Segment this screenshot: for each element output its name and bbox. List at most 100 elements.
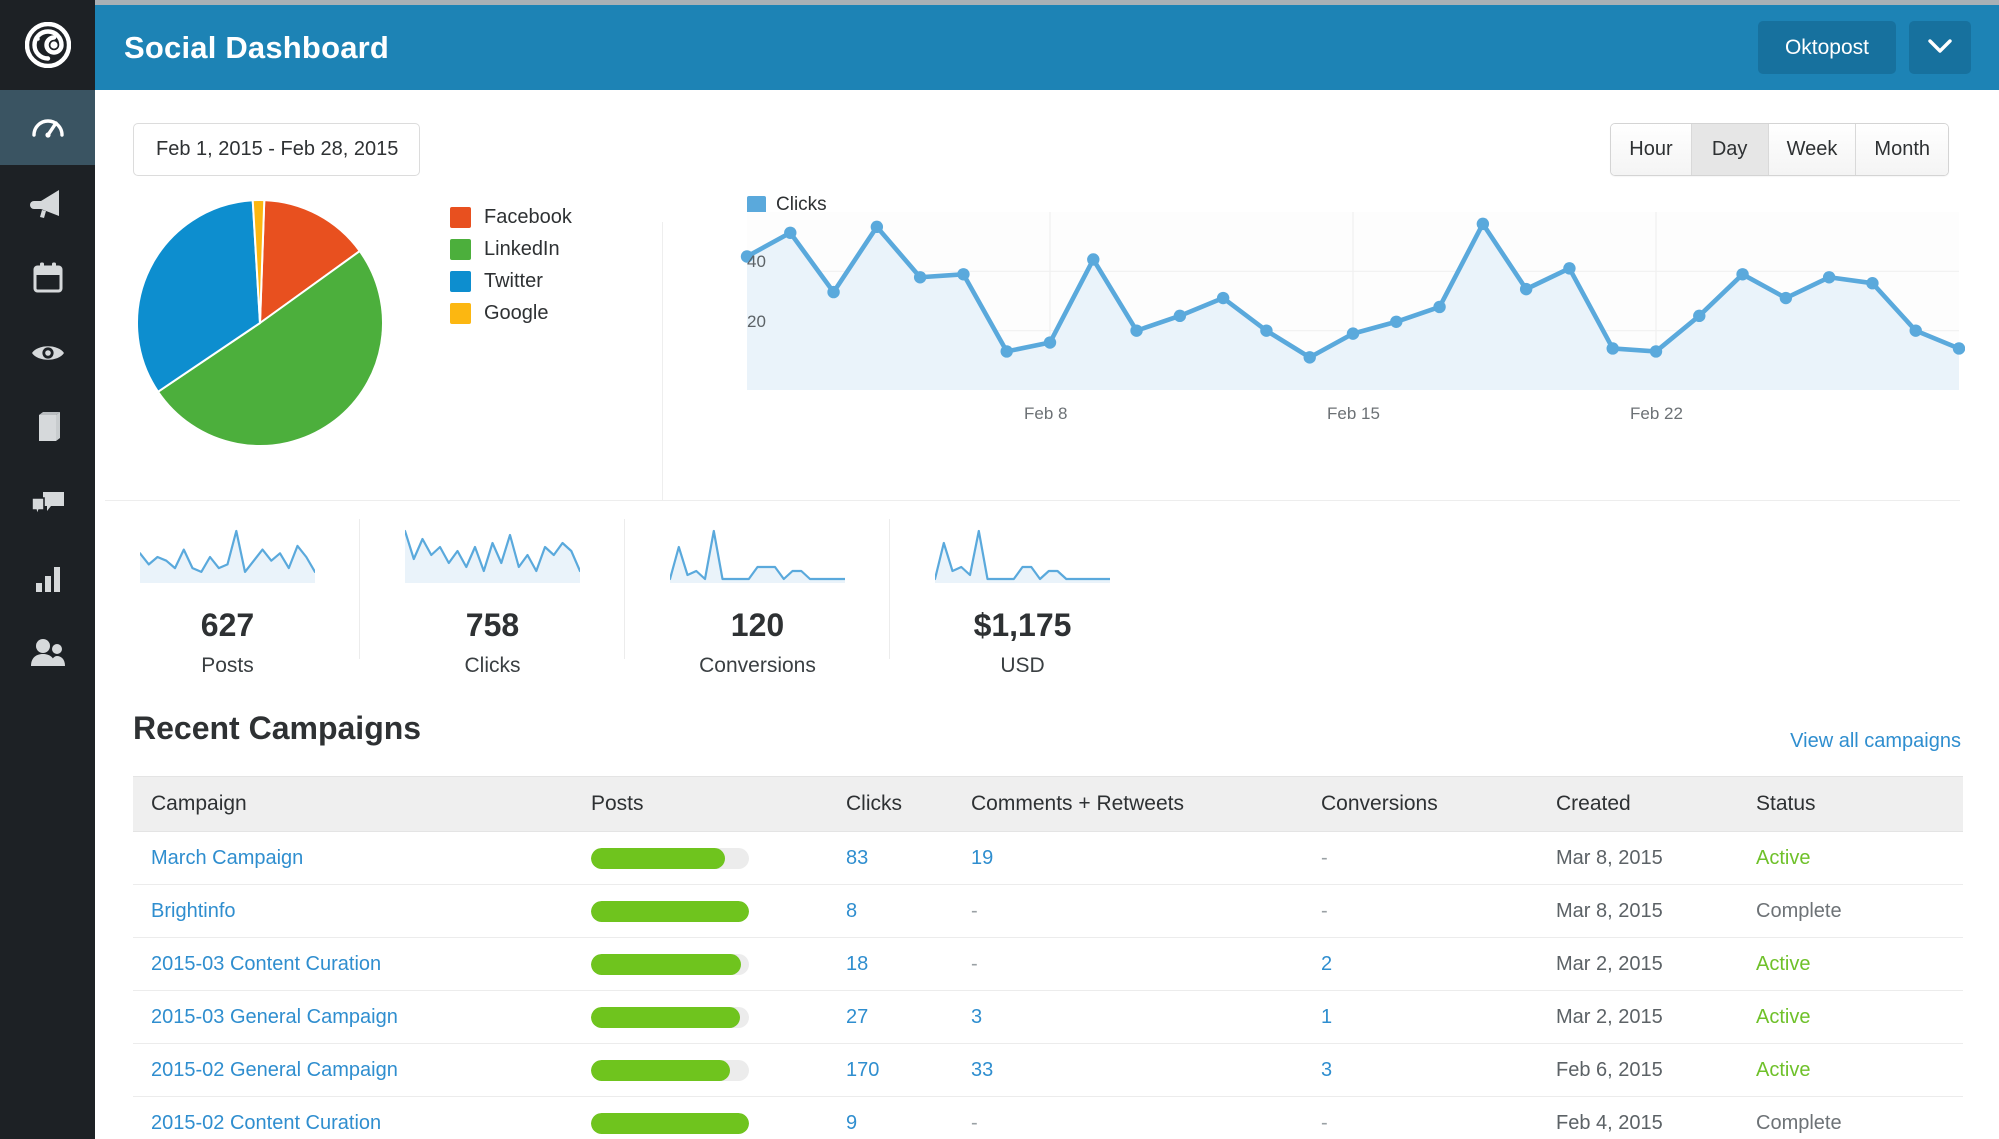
period-hour-button[interactable]: Hour bbox=[1611, 124, 1692, 175]
cell-posts-progress bbox=[573, 1043, 828, 1097]
data-point[interactable] bbox=[1866, 277, 1879, 290]
cell-clicks-link[interactable]: 18 bbox=[846, 953, 868, 975]
data-point[interactable] bbox=[1087, 253, 1100, 266]
period-day-button[interactable]: Day bbox=[1691, 124, 1769, 175]
period-month-button[interactable]: Month bbox=[1856, 124, 1948, 175]
app-logo[interactable] bbox=[0, 0, 95, 90]
table-row[interactable]: 2015-03 General Campaign 27 3 1 Mar 2, 2015 A… bbox=[133, 990, 1963, 1044]
cell-clicks-link[interactable]: 9 bbox=[846, 1112, 857, 1134]
data-point[interactable] bbox=[1563, 262, 1576, 275]
cell-comments-link[interactable]: 3 bbox=[971, 1006, 982, 1028]
column-header-campaign[interactable]: Campaign bbox=[133, 776, 573, 832]
data-point[interactable] bbox=[870, 220, 884, 234]
table-row[interactable]: 2015-02 Content Curation 9 - - Feb 4, 2015 Co… bbox=[133, 1096, 1963, 1139]
data-point[interactable] bbox=[1130, 324, 1143, 337]
dashboard-toolbar: Feb 1, 2015 - Feb 28, 2015 Hour Day Week… bbox=[95, 90, 1999, 180]
dashboard-page: Social Dashboard Oktopost Feb 1, 2015 - … bbox=[0, 0, 1999, 1139]
campaign-link[interactable]: 2015-03 General Campaign bbox=[151, 1006, 398, 1028]
cell-comments-link[interactable]: 33 bbox=[971, 1059, 993, 1081]
oktopost-button[interactable]: Oktopost bbox=[1757, 21, 1896, 74]
data-point[interactable] bbox=[1476, 217, 1490, 231]
column-header-conversions[interactable]: Conversions bbox=[1303, 776, 1538, 832]
data-point[interactable] bbox=[1173, 309, 1187, 323]
empty-value: - bbox=[971, 899, 978, 922]
data-point[interactable] bbox=[1260, 324, 1273, 337]
posts-progress-bar bbox=[591, 1006, 749, 1028]
kpi-label: Conversions bbox=[699, 654, 816, 677]
data-point[interactable] bbox=[1433, 300, 1446, 314]
data-point[interactable] bbox=[1390, 315, 1403, 328]
cell-clicks-link[interactable]: 27 bbox=[846, 1006, 868, 1028]
clicks-sparkline bbox=[405, 529, 580, 583]
data-point[interactable] bbox=[1779, 291, 1793, 305]
campaign-link[interactable]: Brightinfo bbox=[151, 900, 236, 922]
period-week-button[interactable]: Week bbox=[1768, 124, 1857, 175]
cell-clicks-link[interactable]: 170 bbox=[846, 1059, 879, 1081]
data-point[interactable] bbox=[1216, 291, 1230, 305]
sidebar-item-dashboard[interactable] bbox=[0, 90, 95, 165]
legend-item-linkedin[interactable]: LinkedIn bbox=[450, 234, 572, 264]
legend-item-google[interactable]: Google bbox=[450, 298, 572, 328]
cell-conversions-link[interactable]: 3 bbox=[1321, 1059, 1332, 1081]
data-point[interactable] bbox=[1043, 336, 1057, 349]
sidebar-item-calendar[interactable] bbox=[0, 240, 95, 315]
view-all-campaigns-link[interactable]: View all campaigns bbox=[1790, 730, 1961, 753]
cell-conversions-link[interactable]: 2 bbox=[1321, 953, 1332, 975]
table-row[interactable]: 2015-03 Content Curation 18 - 2 Mar 2, 2015 A… bbox=[133, 937, 1963, 991]
page-header: Social Dashboard Oktopost bbox=[95, 5, 1999, 90]
column-header-status[interactable]: Status bbox=[1738, 776, 1963, 832]
sidebar-item-campaigns[interactable] bbox=[0, 165, 95, 240]
cell-clicks-link[interactable]: 8 bbox=[846, 900, 857, 922]
data-point[interactable] bbox=[1909, 324, 1922, 337]
legend-label: LinkedIn bbox=[484, 237, 560, 260]
sidebar-item-analytics[interactable] bbox=[0, 540, 95, 615]
data-point[interactable] bbox=[1346, 327, 1360, 340]
table-row[interactable]: March Campaign 83 19 - Mar 8, 2015 Active bbox=[133, 831, 1963, 885]
cell-posts-progress bbox=[573, 937, 828, 991]
data-point[interactable] bbox=[1519, 282, 1533, 296]
kpi-card-usd[interactable]: $1,175 USD bbox=[890, 505, 1155, 685]
column-header-clicks[interactable]: Clicks bbox=[828, 776, 953, 832]
posts-progress-bar bbox=[591, 900, 749, 922]
column-header-comments[interactable]: Comments + Retweets bbox=[953, 776, 1303, 832]
campaigns-table-body: March Campaign 83 19- Mar 8, 2015 Active Brig… bbox=[133, 831, 1963, 1139]
date-range-picker[interactable]: Feb 1, 2015 - Feb 28, 2015 bbox=[133, 123, 420, 176]
table-row[interactable]: 2015-02 General Campaign 170 33 3 Feb 6, 201… bbox=[133, 1043, 1963, 1097]
data-point[interactable] bbox=[1303, 351, 1316, 364]
campaign-link[interactable]: March Campaign bbox=[151, 847, 303, 869]
sidebar-item-monitoring[interactable] bbox=[0, 315, 95, 390]
legend-item-twitter[interactable]: Twitter bbox=[450, 266, 572, 296]
sidebar-item-users[interactable] bbox=[0, 615, 95, 690]
data-point[interactable] bbox=[1606, 342, 1619, 355]
cell-conversions-link[interactable]: 1 bbox=[1321, 1006, 1332, 1028]
data-point[interactable] bbox=[1000, 345, 1013, 358]
column-header-created[interactable]: Created bbox=[1538, 776, 1738, 832]
data-point[interactable] bbox=[957, 268, 970, 281]
table-row[interactable]: Brightinfo 8 - - Mar 8, 2015 Complete bbox=[133, 884, 1963, 938]
empty-value: - bbox=[971, 952, 978, 975]
column-header-posts[interactable]: Posts bbox=[573, 776, 828, 832]
posts-progress-bar bbox=[591, 953, 749, 975]
data-point[interactable] bbox=[1822, 271, 1836, 284]
data-point[interactable] bbox=[784, 226, 797, 239]
kpi-card-clicks[interactable]: 758 Clicks bbox=[360, 505, 625, 685]
sidebar-item-library[interactable] bbox=[0, 390, 95, 465]
campaign-link[interactable]: 2015-02 Content Curation bbox=[151, 1112, 381, 1134]
legend-item-facebook[interactable]: Facebook bbox=[450, 202, 572, 232]
data-point[interactable] bbox=[827, 285, 840, 299]
campaign-link[interactable]: 2015-02 General Campaign bbox=[151, 1059, 398, 1081]
cell-comments-link[interactable]: 19 bbox=[971, 847, 993, 869]
cell-clicks-link[interactable]: 83 bbox=[846, 847, 868, 869]
data-point[interactable] bbox=[913, 271, 927, 284]
data-point[interactable] bbox=[1649, 345, 1663, 358]
cell-posts-progress bbox=[573, 1096, 828, 1139]
campaign-link[interactable]: 2015-03 Content Curation bbox=[151, 953, 381, 975]
data-point[interactable] bbox=[1952, 342, 1965, 355]
data-point[interactable] bbox=[1736, 268, 1749, 281]
sidebar-item-messages[interactable] bbox=[0, 465, 95, 540]
header-dropdown-button[interactable] bbox=[1909, 21, 1971, 74]
kpi-card-posts[interactable]: 627 Posts bbox=[95, 505, 360, 685]
megaphone-icon bbox=[29, 184, 67, 222]
kpi-card-conversions[interactable]: 120 Conversions bbox=[625, 505, 890, 685]
data-point[interactable] bbox=[1693, 309, 1706, 323]
